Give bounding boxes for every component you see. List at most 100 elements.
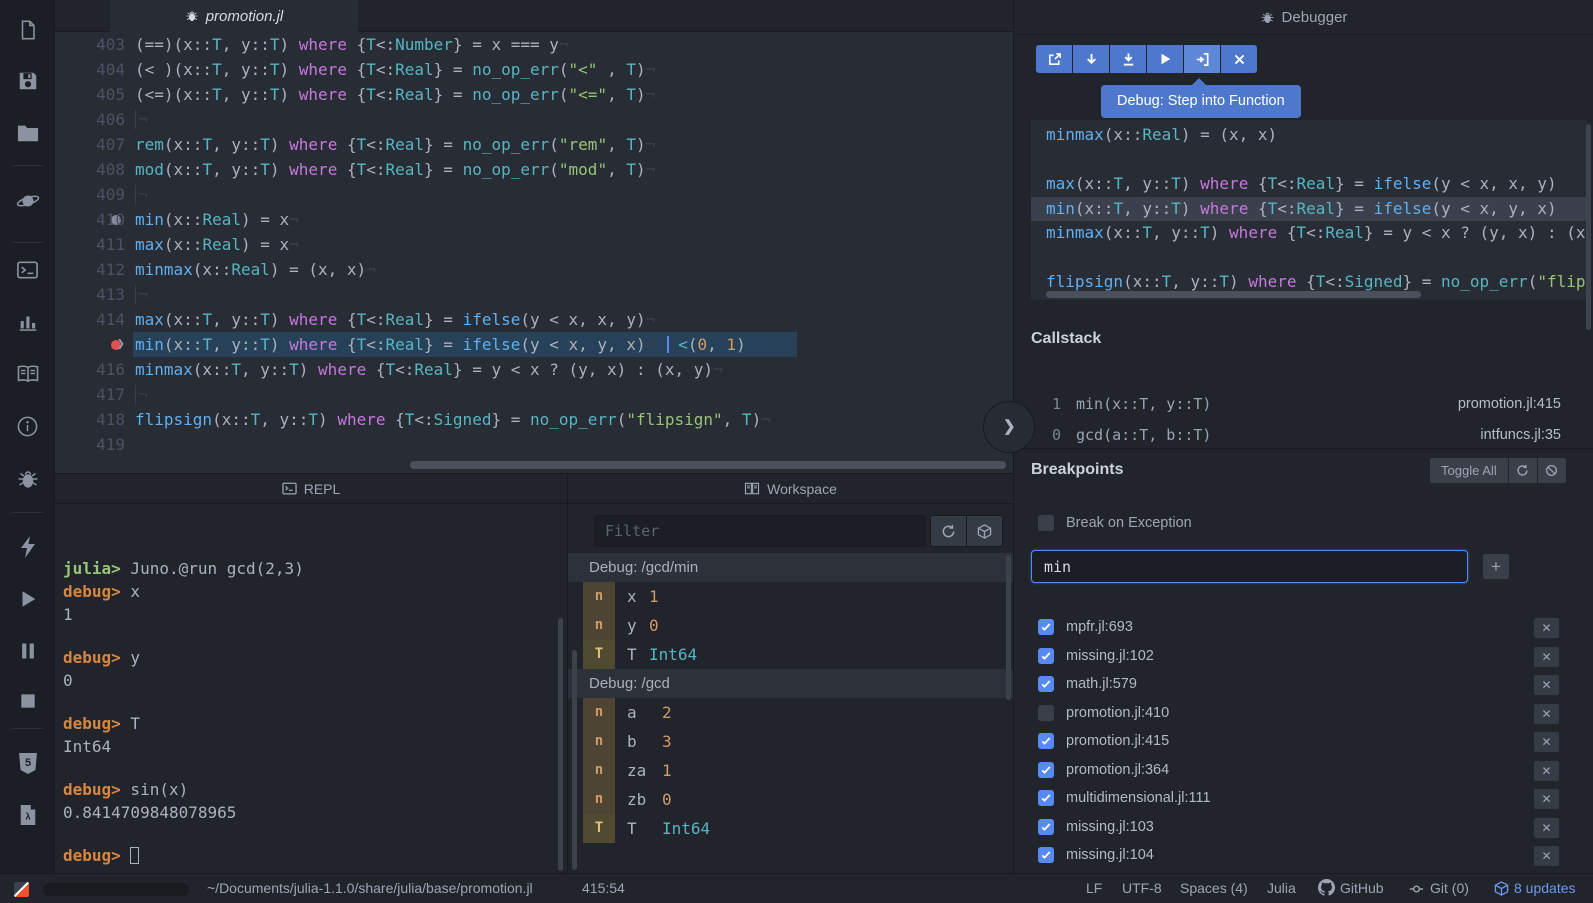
- add-breakpoint-button[interactable]: +: [1482, 553, 1510, 580]
- breakpoints-list: mpfr.jl:693✕missing.jl:102✕math.jl:579✕p…: [1014, 614, 1593, 871]
- debugger-code-line: minmax(x::Real) = (x, x): [1031, 123, 1587, 148]
- updates-item[interactable]: 8 updates: [1494, 874, 1576, 903]
- frame-location[interactable]: intfuncs.jl:35: [1480, 421, 1561, 449]
- code-editor[interactable]: 403(==)(x::T, y::T) where {T<:Number} = …: [55, 32, 1013, 473]
- workspace-refresh-button[interactable]: [930, 515, 967, 547]
- breakpoint-checkbox[interactable]: [1038, 819, 1054, 835]
- workspace-right-scrollbar[interactable]: [1006, 555, 1011, 700]
- save-icon[interactable]: [0, 66, 55, 96]
- remove-breakpoint-button[interactable]: ✕: [1533, 845, 1560, 867]
- encoding-indicator[interactable]: UTF-8: [1122, 874, 1162, 903]
- juno-planet-icon[interactable]: [0, 186, 55, 216]
- toggle-all-button[interactable]: Toggle All: [1429, 457, 1509, 484]
- line-code: ¬: [135, 107, 148, 132]
- html-preview-icon[interactable]: 5: [0, 748, 55, 778]
- eol-invisible: ¬: [646, 60, 656, 79]
- workspace-header[interactable]: Workspace: [568, 474, 1013, 504]
- variable-value: 2: [662, 698, 672, 727]
- line-code: ¬: [135, 282, 148, 307]
- repl-output[interactable]: julia> Juno.@run gcd(2,3)debug> x1debug>…: [55, 504, 567, 873]
- remove-breakpoint-button[interactable]: ✕: [1533, 731, 1560, 753]
- git-item[interactable]: Git (0): [1408, 874, 1469, 903]
- debugger-vscrollbar[interactable]: [1586, 124, 1591, 330]
- breakpoint-checkbox[interactable]: [1038, 676, 1054, 692]
- workspace-section-header[interactable]: Debug: /gcd: [568, 669, 1013, 698]
- continue-button[interactable]: [1147, 45, 1183, 73]
- step-into-function-button[interactable]: [1184, 45, 1220, 73]
- breakpoint-add-input[interactable]: [1031, 550, 1468, 583]
- workspace-filter-input[interactable]: [594, 515, 926, 547]
- breakpoint-row: mpfr.jl:693✕: [1014, 614, 1593, 643]
- indent-invisible: ¬: [135, 285, 148, 304]
- line-code: (< )(x::T, y::T) where {T<:Real} = no_op…: [135, 57, 655, 82]
- remove-breakpoint-button[interactable]: ✕: [1533, 674, 1560, 696]
- workspace-section-header[interactable]: Debug: /gcd/min: [568, 553, 1013, 582]
- documentation-book-icon[interactable]: [0, 359, 55, 389]
- stop-icon[interactable]: [0, 686, 55, 716]
- stop-debugging-button[interactable]: [1221, 45, 1257, 73]
- cursor-position[interactable]: 415:54: [582, 874, 625, 903]
- editor-horizontal-scrollbar[interactable]: [410, 461, 1006, 469]
- repl-header[interactable]: REPL: [55, 474, 567, 504]
- plot-pane-icon[interactable]: [0, 307, 55, 337]
- breakpoint-checkbox[interactable]: [1038, 847, 1054, 863]
- breakpoint-checkbox[interactable]: [1038, 619, 1054, 635]
- power-lightning-icon[interactable]: [0, 532, 55, 562]
- line-code: flipsign(x::T, y::T) where {T<:Signed} =…: [135, 407, 771, 432]
- language-indicator[interactable]: Julia: [1267, 874, 1296, 903]
- workspace-left-scrollbar[interactable]: [572, 650, 577, 870]
- line-number: 418: [55, 407, 125, 432]
- workspace-variable-row[interactable]: TTInt64: [568, 640, 1013, 669]
- frame-location[interactable]: promotion.jl:415: [1458, 390, 1561, 418]
- disable-breakpoints-button[interactable]: [1538, 457, 1567, 484]
- detach-button[interactable]: [1036, 45, 1072, 73]
- breakpoint-checkbox[interactable]: [1038, 790, 1054, 806]
- file-path[interactable]: ~/Documents/julia-1.1.0/share/julia/base…: [207, 874, 533, 903]
- tab-promotion-jl[interactable]: promotion.jl: [110, 0, 358, 32]
- step-to-line-button[interactable]: [1110, 45, 1146, 73]
- pause-icon[interactable]: [0, 636, 55, 666]
- expand-panel-button[interactable]: ❯: [983, 401, 1035, 453]
- remove-breakpoint-button[interactable]: ✕: [1533, 703, 1560, 725]
- tab-bar: promotion.jl: [55, 0, 1013, 32]
- workspace-variable-row[interactable]: nzb0: [568, 785, 1013, 814]
- remove-breakpoint-button[interactable]: ✕: [1533, 646, 1560, 668]
- workspace-variable-row[interactable]: ny0: [568, 611, 1013, 640]
- break-on-exception-checkbox[interactable]: [1038, 515, 1054, 531]
- info-icon[interactable]: [0, 411, 55, 441]
- workspace-variable-row[interactable]: TTInt64: [568, 814, 1013, 843]
- run-play-icon[interactable]: [0, 584, 55, 614]
- remove-breakpoint-button[interactable]: ✕: [1533, 788, 1560, 810]
- workspace-variable-row[interactable]: nb3: [568, 727, 1013, 756]
- refresh-breakpoints-button[interactable]: [1509, 457, 1538, 484]
- breakpoint-row: promotion.jl:410✕: [1014, 700, 1593, 729]
- breakpoint-checkbox[interactable]: [1038, 733, 1054, 749]
- workspace-variable-row[interactable]: nx1: [568, 582, 1013, 611]
- repl-cursor[interactable]: [130, 847, 139, 864]
- remove-breakpoint-button[interactable]: ✕: [1533, 817, 1560, 839]
- workspace-variable-row[interactable]: na2: [568, 698, 1013, 727]
- indent-indicator[interactable]: Spaces (4): [1180, 874, 1248, 903]
- breakpoint-checkbox[interactable]: [1038, 648, 1054, 664]
- inline-eval-result[interactable]: <(0, 1): [678, 335, 745, 354]
- debugger-code-hscrollbar[interactable]: [1046, 291, 1421, 298]
- repl-scrollbar[interactable]: [558, 618, 563, 871]
- line-ending-indicator[interactable]: LF: [1086, 874, 1102, 903]
- breakpoint-checkbox[interactable]: [1038, 705, 1054, 721]
- remove-breakpoint-button[interactable]: ✕: [1533, 617, 1560, 639]
- debugger-bug-icon[interactable]: [0, 464, 55, 494]
- step-next-line-button[interactable]: [1073, 45, 1109, 73]
- breakpoint-checkbox[interactable]: [1038, 762, 1054, 778]
- workspace-package-button[interactable]: [966, 515, 1003, 547]
- remove-breakpoint-button[interactable]: ✕: [1533, 760, 1560, 782]
- debugger-code-view[interactable]: minmax(x::Real) = (x, x)max(x::T, y::T) …: [1031, 120, 1587, 300]
- workspace-variable-row[interactable]: nza1: [568, 756, 1013, 785]
- callstack-frame[interactable]: 0gcd(a::T, b::T)intfuncs.jl:35: [1014, 421, 1593, 449]
- open-folder-icon[interactable]: [0, 118, 55, 148]
- github-item[interactable]: GitHub: [1318, 874, 1384, 903]
- julia-client-indicator-icon[interactable]: [14, 882, 29, 897]
- callstack-frame[interactable]: 1min(x::T, y::T)promotion.jl:415: [1014, 390, 1593, 418]
- new-file-icon[interactable]: [0, 15, 55, 45]
- terminal-icon[interactable]: [0, 255, 55, 285]
- pdf-export-icon[interactable]: λ: [0, 800, 55, 830]
